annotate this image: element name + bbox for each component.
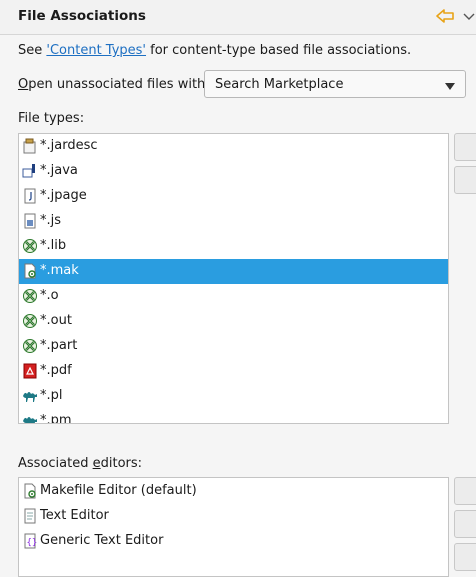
editor-row[interactable]: Text Editor [19,503,448,528]
file-type-row-label: *.out [40,313,72,328]
dropdown-value: Search Marketplace [215,77,344,92]
jar-descriptor-icon [22,138,38,154]
file-type-row[interactable]: *.js [19,209,448,234]
file-types-label: File types: [18,111,85,126]
pdf-file-icon [22,363,38,379]
file-type-row[interactable]: *.jpage [19,184,448,209]
editor-row[interactable]: {} Generic Text Editor [19,528,448,553]
binary-file-icon [22,338,38,354]
file-type-row-label: *.java [40,163,78,178]
associated-editors-list[interactable]: Makefile Editor (default) Text Editor {} Ge… [18,477,449,577]
associated-editors-label: Associated editors: [18,456,142,471]
set-default-editor-button[interactable] [454,543,476,571]
perl-camel-icon [22,388,38,404]
file-type-row-label: *.pm [40,413,72,424]
file-type-row[interactable]: *.jardesc [19,134,448,159]
file-type-row-label: *.pl [40,388,63,403]
java-scrapbook-icon [22,188,38,204]
file-type-row-label: *.pdf [40,363,72,378]
file-type-row-label: *.jpage [40,188,87,203]
back-arrow-icon[interactable] [436,8,456,24]
ae-label-post: ditors: [100,456,143,471]
editor-row-label: Text Editor [40,508,109,523]
file-types-list[interactable]: *.jardesc *.java *.jpage *.js *.lib *.mak *.o *… [18,133,449,424]
file-type-row-label: *.o [40,288,59,303]
file-type-row[interactable]: *.java [19,159,448,184]
content-types-hint: See 'Content Types' for content-type bas… [18,43,411,58]
binary-file-icon [22,238,38,254]
add-editor-button[interactable] [454,477,476,505]
file-type-row[interactable]: *.pl [19,384,448,409]
editor-row-label: Generic Text Editor [40,533,164,548]
remove-file-type-button[interactable] [454,166,476,194]
binary-file-icon [22,313,38,329]
java-file-icon [22,163,38,179]
file-type-row[interactable]: *.o [19,284,448,309]
file-type-row[interactable]: *.out [19,309,448,334]
file-type-row[interactable]: *.lib [19,234,448,259]
hint-prefix: See [18,43,47,58]
file-type-row-label: *.lib [40,238,67,253]
ae-label-pre: Associated [18,456,93,471]
makefile-editor-icon [22,483,38,499]
editor-row-label: Makefile Editor (default) [40,483,197,498]
ae-label-mnemonic: e [92,456,101,471]
open-unassociated-label: Open unassociated files with: [18,77,210,92]
chevron-down-icon [445,80,455,90]
file-type-row-label: *.mak [40,263,79,278]
hint-suffix: for content-type based file associations… [146,43,412,58]
file-type-row-label: *.jardesc [40,138,98,153]
text-editor-icon [22,508,38,524]
open-label-rest: pen unassociated files with: [28,77,210,92]
view-menu-icon[interactable] [462,8,476,24]
file-type-row[interactable]: *.pm [19,409,448,424]
binary-file-icon [22,288,38,304]
file-type-row[interactable]: *.pdf [19,359,448,384]
page-title: File Associations [18,8,146,24]
remove-editor-button[interactable] [454,510,476,538]
open-unassociated-dropdown[interactable]: Search Marketplace [204,70,466,98]
open-label-mnemonic: O [18,77,29,92]
content-types-link[interactable]: 'Content Types' [46,43,146,58]
makefile-icon [22,263,38,279]
add-file-type-button[interactable] [454,133,476,161]
perl-camel-icon [22,413,38,423]
page-header: File Associations [0,0,476,35]
file-type-row-label: *.part [40,338,78,353]
editor-row[interactable]: Makefile Editor (default) [19,478,448,503]
javascript-file-icon [22,213,38,229]
file-type-row[interactable]: *.part [19,334,448,359]
svg-text:{}: {} [27,538,38,548]
generic-editor-icon: {} [22,533,38,549]
file-type-row-label: *.js [40,213,62,228]
file-type-row[interactable]: *.mak [19,259,448,284]
